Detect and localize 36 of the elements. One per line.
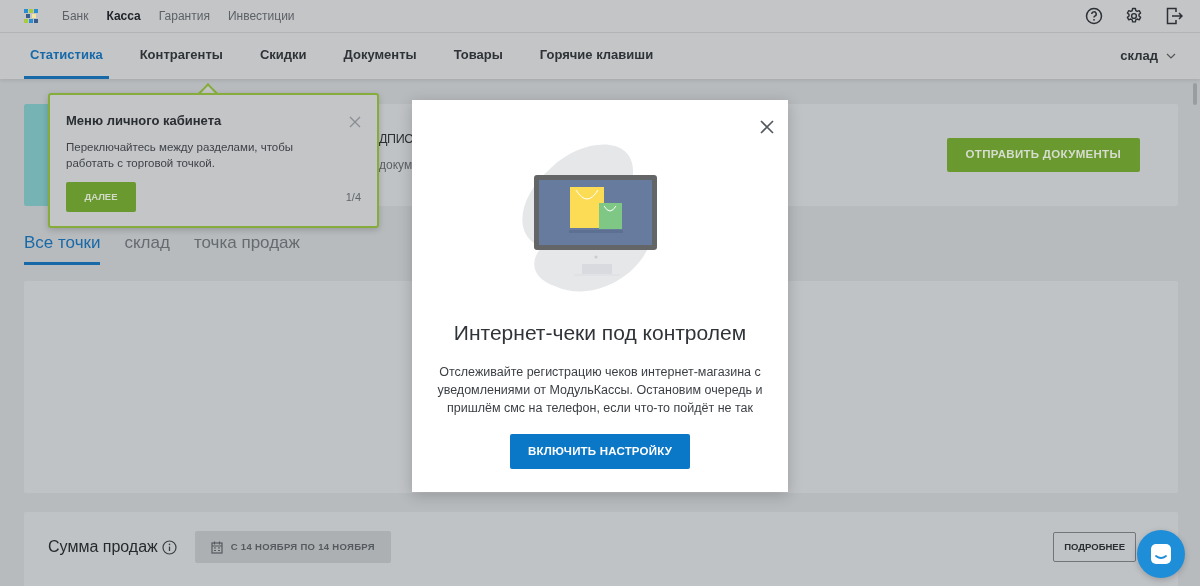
tooltip-text: Переключайтесь между разделами, чтобы работать с торговой точкой.	[66, 139, 295, 172]
logout-icon[interactable]	[1165, 7, 1183, 25]
enable-setting-button[interactable]: ВКЛЮЧИТЬ НАСТРОЙКУ	[509, 433, 691, 469]
banner-title: ДПИС	[379, 130, 413, 148]
banner-text: докум	[379, 157, 413, 175]
section-tab[interactable]: Документы	[337, 33, 423, 79]
section-tab[interactable]: Скидки	[253, 33, 313, 79]
date-range-button[interactable]: С 14 НОЯБРЯ ПО 14 НОЯБРЯ	[194, 531, 391, 563]
top-nav-link[interactable]: Инвестиции	[227, 7, 295, 25]
chat-icon	[1149, 542, 1173, 566]
modal-title: Интернет-чеки под контролем	[453, 320, 747, 346]
settings-icon[interactable]	[1125, 7, 1143, 25]
section-tab[interactable]: Контрагенты	[133, 33, 229, 79]
close-icon	[760, 119, 774, 134]
section-tab[interactable]: Горячие клавиши	[533, 33, 660, 79]
logo-icon[interactable]	[24, 9, 38, 23]
info-icon[interactable]	[161, 539, 177, 555]
step-counter: 1/4	[345, 189, 361, 205]
top-nav-link[interactable]: Банк	[62, 7, 89, 25]
card-title: Сумма продаж	[48, 537, 158, 557]
section-tab[interactable]: Статистика	[24, 33, 109, 79]
help-icon[interactable]	[1085, 7, 1103, 25]
modal-text: Отслеживайте регистрацию чеков интернет-магазина с уведомлениями от МодульКассы. Остановим очередь и пришлём смс на телефон, если что-то пойдёт не так	[436, 363, 764, 417]
tooltip-title: Меню личного кабинета	[66, 112, 222, 130]
top-nav-link[interactable]: Гарантия	[158, 7, 210, 25]
calendar-icon	[210, 540, 223, 554]
details-button[interactable]: ПОДРОБНЕЕ	[1053, 532, 1136, 562]
point-tab[interactable]: точка продаж	[193, 230, 300, 265]
section-tab[interactable]: Товары	[447, 33, 509, 79]
chevron-down-icon	[1166, 53, 1176, 59]
next-button[interactable]: ДАЛЕЕ	[66, 182, 136, 212]
close-icon	[349, 115, 361, 128]
store-dropdown[interactable]: склад	[1120, 46, 1176, 66]
top-nav-link[interactable]: Касса	[106, 7, 141, 25]
send-documents-button[interactable]: ОТПРАВИТЬ ДОКУМЕНТЫ	[946, 138, 1140, 172]
point-tab[interactable]: склад	[124, 230, 170, 265]
